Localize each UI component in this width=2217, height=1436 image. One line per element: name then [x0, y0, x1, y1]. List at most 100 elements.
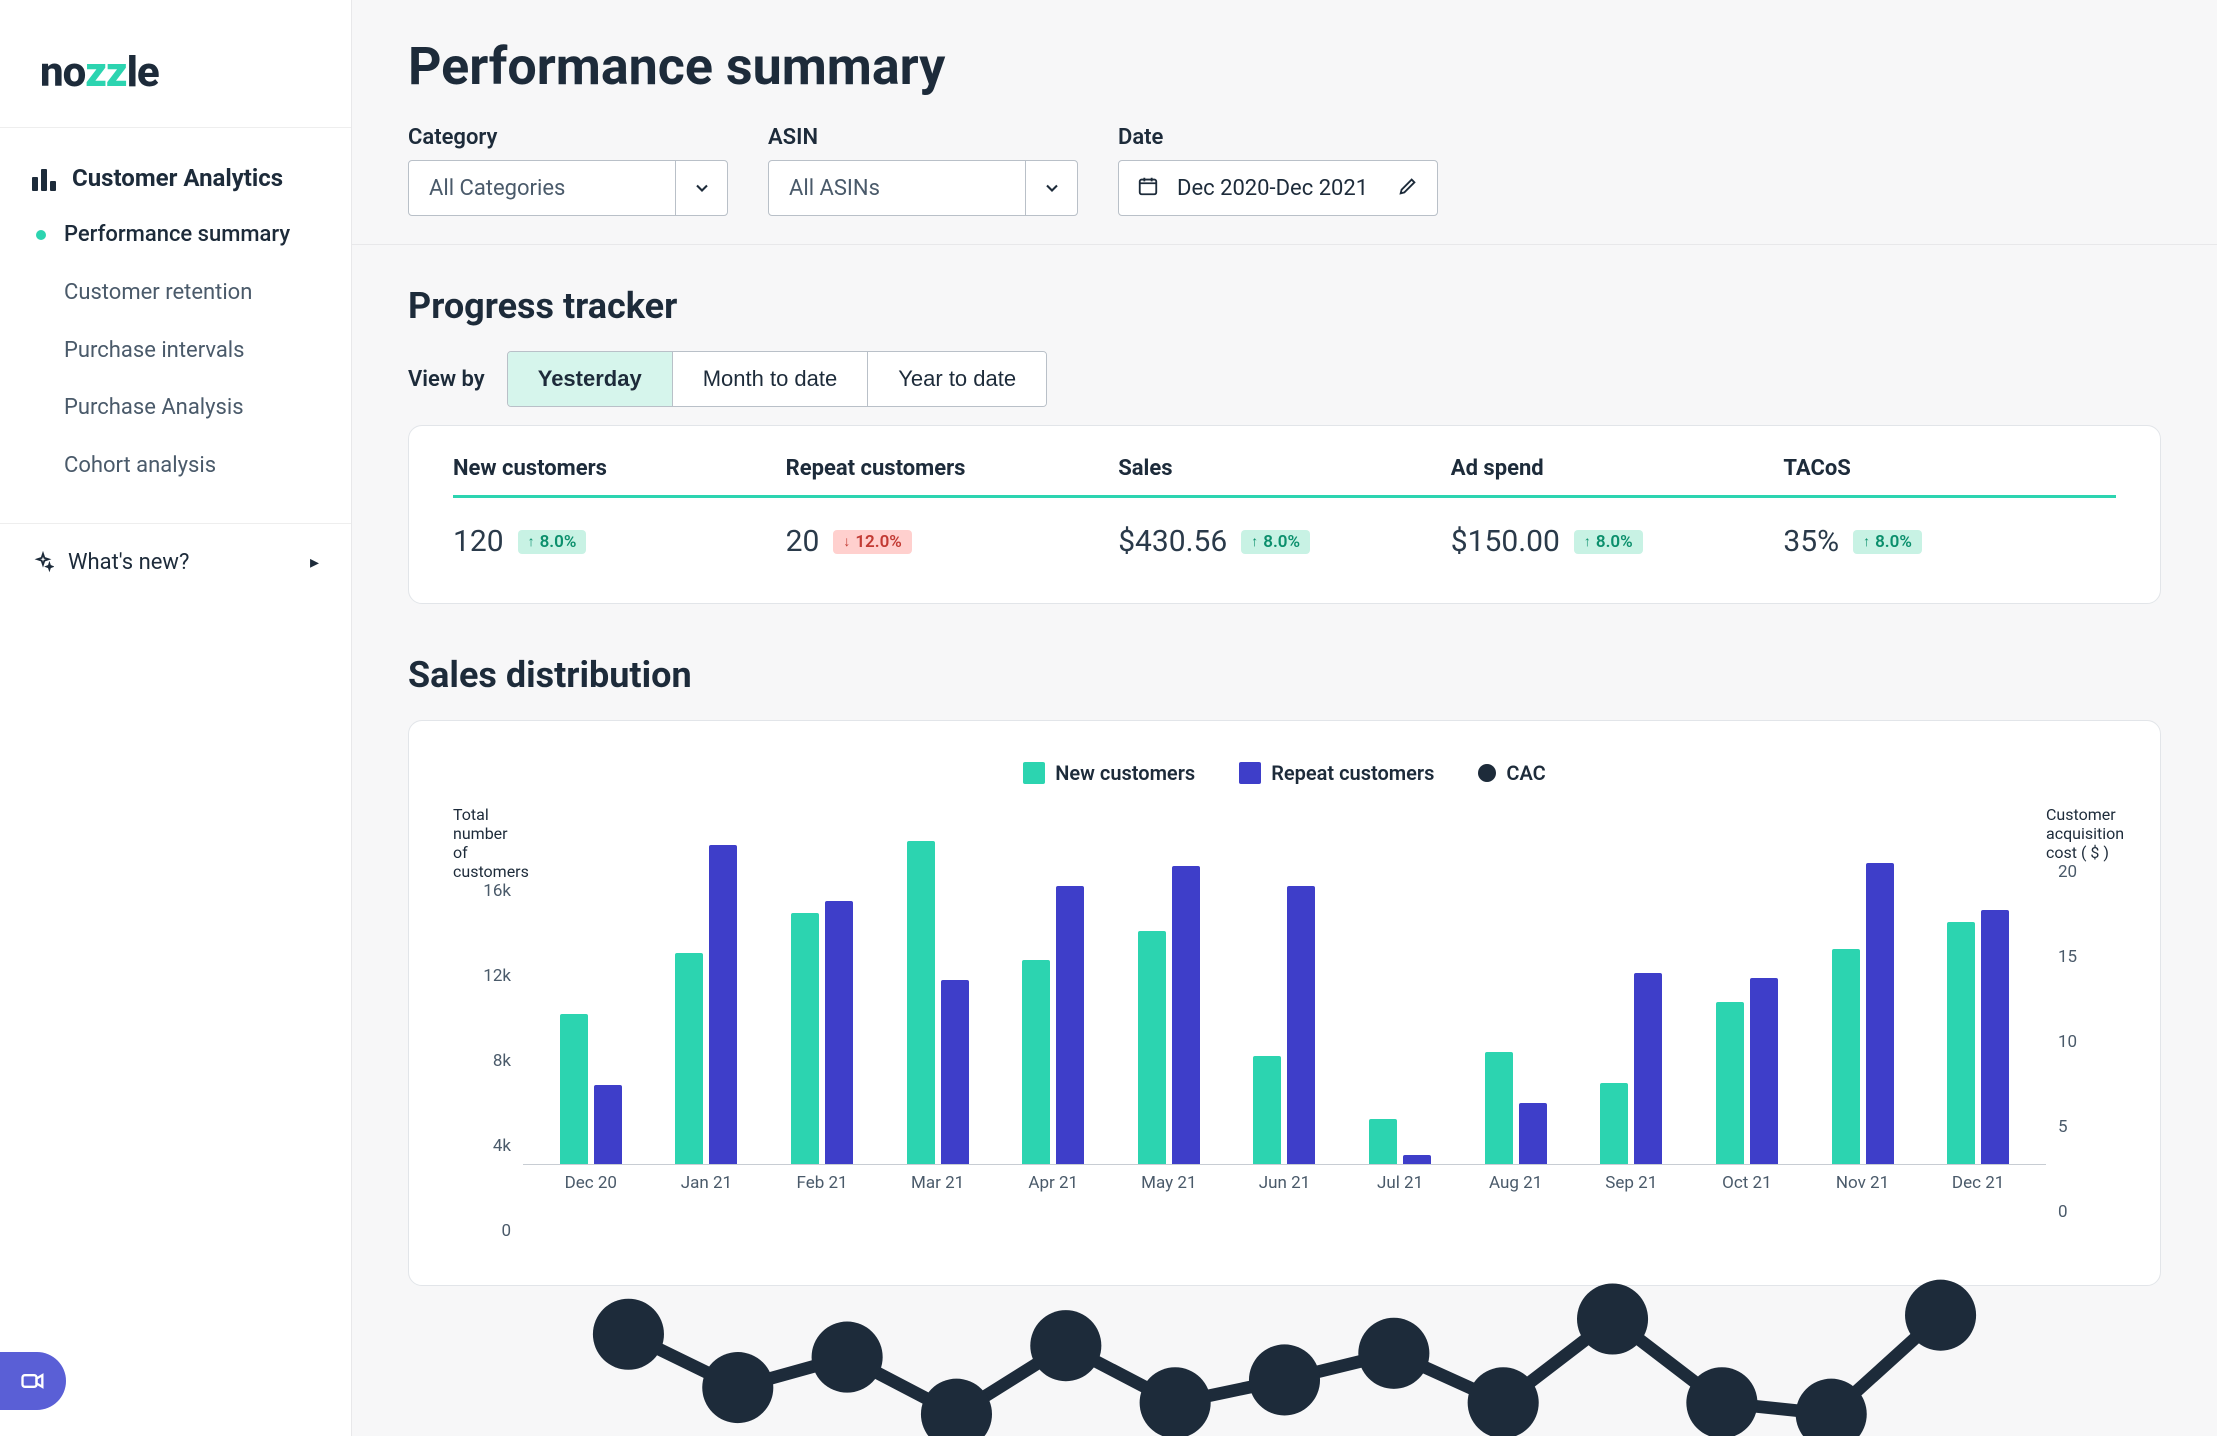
bar-new: [560, 1014, 588, 1164]
chevron-down-icon[interactable]: [1025, 161, 1077, 215]
bar-repeat: [709, 845, 737, 1164]
bar-group: [1689, 805, 1805, 1164]
y-tick: 8k: [493, 1051, 511, 1071]
kpi-value: $430.56: [1118, 524, 1227, 559]
filter-asin: ASIN All ASINs: [768, 125, 1078, 216]
viewby-segment: YesterdayMonth to dateYear to date: [507, 351, 1047, 407]
bar-repeat: [1750, 978, 1778, 1164]
x-tick: Mar 21: [880, 1173, 996, 1193]
x-axis-labels: Dec 20Jan 21Feb 21Mar 21Apr 21May 21Jun …: [523, 1165, 2046, 1193]
logo: nozzle: [0, 0, 351, 128]
arrow-down-icon: ↓: [843, 533, 850, 550]
kpi-header: TACoS: [1783, 456, 2116, 481]
bar-new: [907, 841, 935, 1164]
bar-repeat: [1287, 886, 1315, 1164]
y-axis-right-label: Customer acquisition cost ( $ ): [2046, 805, 2124, 862]
page-title: Performance summary: [408, 36, 2161, 97]
delta-badge: ↑8.0%: [1241, 530, 1310, 554]
bar-group: [1111, 805, 1227, 1164]
bar-new: [675, 953, 703, 1164]
bars-container: [523, 805, 2046, 1164]
pencil-icon[interactable]: [1397, 175, 1419, 201]
whats-new[interactable]: What's new? ▸: [0, 524, 351, 601]
chevron-down-icon[interactable]: [675, 161, 727, 215]
sidebar-item-customer-retention[interactable]: Customer retention: [16, 264, 335, 322]
kpi-cell: $430.56 ↑8.0%: [1118, 524, 1451, 559]
bars-icon: [32, 165, 58, 191]
date-picker[interactable]: Dec 2020-Dec 2021: [1118, 160, 1438, 216]
active-dot-icon: [36, 461, 46, 471]
active-dot-icon: [36, 345, 46, 355]
sidebar-item-purchase-intervals[interactable]: Purchase intervals: [16, 322, 335, 380]
sidebar-item-label: Purchase Analysis: [64, 387, 244, 429]
delta-badge: ↑8.0%: [1574, 530, 1643, 554]
bar-group: [1805, 805, 1921, 1164]
bar-new: [1947, 922, 1975, 1164]
main: Performance summary Category All Categor…: [352, 0, 2217, 1436]
filter-category-label: Category: [408, 125, 728, 150]
sidebar-item-label: Customer retention: [64, 272, 252, 314]
bar-repeat: [1634, 973, 1662, 1164]
arrow-up-icon: ↑: [1863, 533, 1870, 550]
y-tick: 20: [2058, 862, 2077, 882]
category-select[interactable]: All Categories: [408, 160, 728, 216]
bar-new: [1138, 931, 1166, 1164]
x-tick: Nov 21: [1805, 1173, 1921, 1193]
legend-swatch-blue: [1239, 762, 1261, 784]
sidebar: nozzle Customer Analytics Performance su…: [0, 0, 352, 1436]
arrow-up-icon: ↑: [1251, 533, 1258, 550]
filters-row: Category All Categories ASIN All ASINs D…: [408, 125, 2161, 216]
sales-title: Sales distribution: [408, 654, 2161, 696]
filter-date: Date Dec 2020-Dec 2021: [1118, 125, 1438, 216]
active-dot-icon: [36, 230, 46, 240]
category-value: All Categories: [409, 161, 675, 215]
y-tick: 15: [2058, 947, 2077, 967]
sidebar-item-performance-summary[interactable]: Performance summary: [16, 206, 335, 264]
viewby-tab-year-to-date[interactable]: Year to date: [867, 352, 1046, 406]
bar-new: [1716, 1002, 1744, 1164]
y-tick: 4k: [493, 1136, 511, 1156]
kpi-cell: 35%↑8.0%: [1783, 524, 2116, 559]
kpi-header: New customers: [453, 456, 786, 481]
kpi-header: Repeat customers: [786, 456, 1119, 481]
y-tick: 16k: [483, 881, 511, 901]
x-tick: Jun 21: [1227, 1173, 1343, 1193]
y-axis-right: 20151050: [2046, 862, 2116, 1222]
bar-group: [533, 805, 649, 1164]
bar-repeat: [594, 1085, 622, 1164]
x-tick: Dec 21: [1920, 1173, 2036, 1193]
sparkle-icon: [32, 551, 54, 573]
asin-value: All ASINs: [769, 161, 1025, 215]
filter-asin-label: ASIN: [768, 125, 1078, 150]
bar-new: [791, 913, 819, 1164]
y-axis-left-label: Total number of customers: [453, 805, 529, 881]
legend-swatch-teal: [1023, 762, 1045, 784]
bar-group: [1342, 805, 1458, 1164]
x-tick: Jan 21: [649, 1173, 765, 1193]
active-dot-icon: [36, 403, 46, 413]
chart-area: Total number of customers 16k12k8k4k0 De…: [453, 805, 2116, 1241]
viewby-tab-month-to-date[interactable]: Month to date: [672, 352, 868, 406]
kpi-cell: 20↓12.0%: [786, 524, 1119, 559]
x-tick: Sep 21: [1573, 1173, 1689, 1193]
sidebar-item-purchase-analysis[interactable]: Purchase Analysis: [16, 379, 335, 437]
bar-new: [1253, 1056, 1281, 1164]
y-tick: 0: [2058, 1202, 2068, 1222]
sidebar-item-label: Performance summary: [64, 214, 290, 256]
bar-group: [1227, 805, 1343, 1164]
sidebar-item-label: Purchase intervals: [64, 330, 245, 372]
video-fab[interactable]: [0, 1352, 66, 1410]
nav-section-header: Customer Analytics: [16, 156, 335, 206]
y-axis-left: 16k12k8k4k0: [453, 881, 523, 1241]
sidebar-item-cohort-analysis[interactable]: Cohort analysis: [16, 437, 335, 495]
bar-group: [995, 805, 1111, 1164]
asin-select[interactable]: All ASINs: [768, 160, 1078, 216]
content: Progress tracker View by YesterdayMonth …: [352, 245, 2217, 1346]
viewby-tab-yesterday[interactable]: Yesterday: [508, 352, 672, 406]
legend-new: New customers: [1023, 761, 1195, 785]
filter-date-label: Date: [1118, 125, 1438, 150]
x-tick: Feb 21: [764, 1173, 880, 1193]
x-tick: Jul 21: [1342, 1173, 1458, 1193]
kpi-value: $150.00: [1451, 524, 1560, 559]
nav-section-label: Customer Analytics: [72, 164, 283, 192]
